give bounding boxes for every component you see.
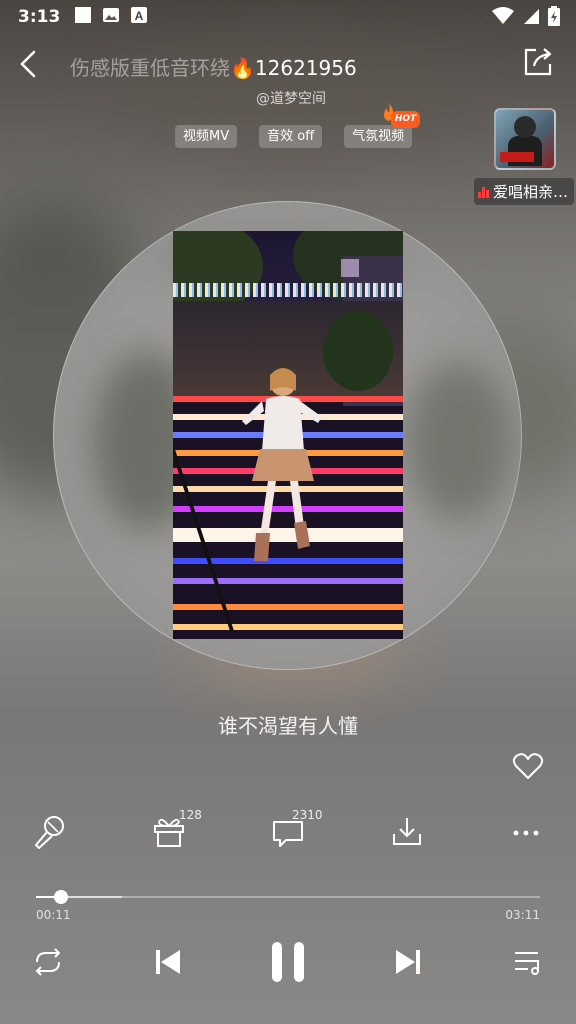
action-row: 128 2310 <box>0 808 576 856</box>
heart-icon <box>512 753 544 779</box>
fire-emoji: 🔥 <box>230 56 255 80</box>
download-button[interactable] <box>389 812 433 856</box>
next-button[interactable] <box>390 938 426 986</box>
player-header: 伤感版重低音环绕🔥12621956 <box>0 40 576 90</box>
karaoke-button[interactable] <box>32 812 76 856</box>
download-icon <box>393 818 421 845</box>
more-button[interactable] <box>508 812 552 856</box>
chevron-left-icon <box>20 50 36 78</box>
pause-icon <box>272 942 304 982</box>
repeat-button[interactable] <box>30 938 66 986</box>
share-button[interactable] <box>522 44 556 80</box>
live-room-label[interactable]: 爱唱相亲… <box>473 178 574 205</box>
tag-video-mv[interactable]: 视频MV <box>175 125 238 148</box>
share-icon <box>524 48 552 76</box>
artist-handle[interactable]: @道梦空间 <box>0 88 576 108</box>
total-time: 03:11 <box>505 908 540 922</box>
live-bars-icon <box>477 186 489 198</box>
gift-button[interactable]: 128 <box>151 808 202 856</box>
microphone-icon <box>35 816 64 849</box>
feature-tags: 视频MV 音效 off 气氛视频 HOT <box>175 103 421 148</box>
gift-count: 128 <box>179 808 202 822</box>
playback-controls <box>0 938 576 986</box>
status-bar: 3:13 A <box>0 0 576 34</box>
comment-count: 2310 <box>292 808 323 822</box>
current-time: 00:11 <box>36 908 71 922</box>
comment-button[interactable]: 2310 <box>270 808 323 856</box>
live-thumbnail[interactable] <box>494 108 556 170</box>
playlist-icon <box>515 952 539 975</box>
like-button[interactable] <box>512 750 544 782</box>
playlist-button[interactable] <box>510 938 546 986</box>
signal-icon <box>522 7 540 30</box>
wifi-icon <box>492 7 514 30</box>
tag-sound-effect[interactable]: 音效 off <box>259 125 323 148</box>
svg-text:A: A <box>135 9 144 23</box>
skip-previous-icon <box>156 950 180 974</box>
square-notification-icon <box>74 6 92 29</box>
progress-bar[interactable] <box>36 890 540 904</box>
tag-atmosphere-video[interactable]: 气氛视频 HOT <box>344 103 421 148</box>
hot-badge: HOT <box>390 111 421 128</box>
mv-video-frame[interactable] <box>173 231 403 639</box>
progress-thumb[interactable] <box>54 890 69 904</box>
repeat-icon <box>35 948 61 976</box>
more-icon <box>513 830 539 836</box>
image-notification-icon <box>102 6 120 29</box>
song-title: 伤感版重低音环绕🔥12621956 <box>70 56 357 80</box>
dancer-figure <box>242 368 322 561</box>
back-button[interactable] <box>14 44 46 84</box>
battery-charging-icon <box>548 6 560 31</box>
skip-next-icon <box>396 950 420 974</box>
status-time: 3:13 <box>18 7 61 27</box>
current-lyric[interactable]: 谁不渴望有人懂 <box>0 710 576 739</box>
previous-button[interactable] <box>150 938 186 986</box>
a-notification-icon: A <box>130 6 148 29</box>
pause-button[interactable] <box>266 938 310 986</box>
